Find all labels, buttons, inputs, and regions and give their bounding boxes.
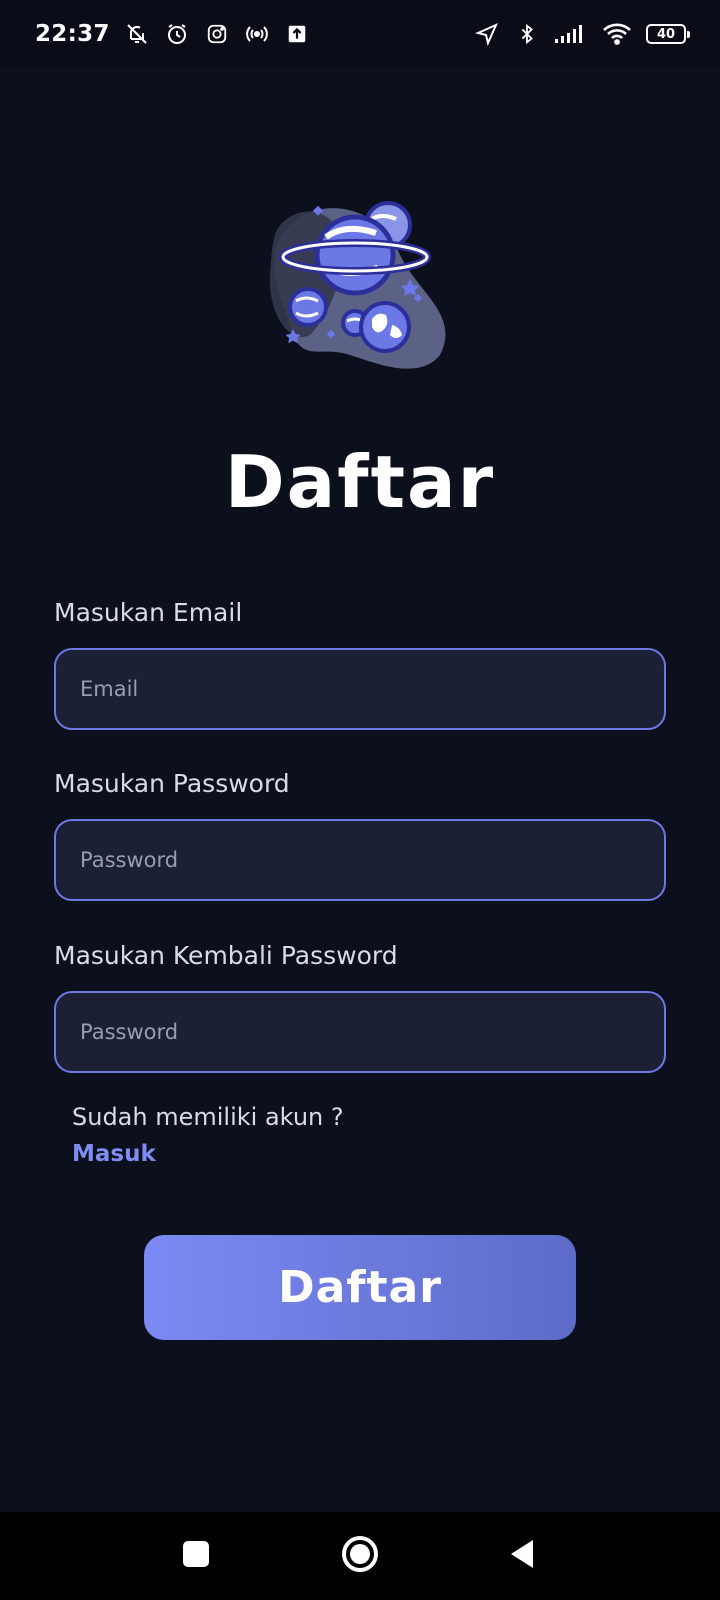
planets-illustration (260, 195, 460, 375)
email-label: Masukan Email (54, 598, 243, 627)
confirm-password-label: Masukan Kembali Password (54, 941, 398, 970)
navigation-bar (0, 1512, 720, 1600)
password-field-container[interactable] (54, 819, 666, 901)
register-screen: 22:37 40 Daftar Masukan Email Email Masu… (0, 0, 720, 1600)
confirm-password-field[interactable] (80, 993, 664, 1071)
battery-indicator: 40 (646, 24, 690, 44)
bluetooth-icon (514, 21, 540, 47)
signal-icon (554, 21, 588, 47)
home-icon (341, 1535, 379, 1577)
status-bar: 22:37 40 (0, 0, 720, 68)
back-button[interactable] (500, 1534, 544, 1578)
email-field[interactable] (80, 650, 664, 728)
alarm-icon (164, 21, 190, 47)
confirm-password-field-container[interactable] (54, 991, 666, 1073)
status-time: 22:37 (35, 21, 110, 47)
location-icon (474, 21, 500, 47)
status-bar-right: 40 (474, 21, 690, 47)
home-button[interactable] (338, 1534, 382, 1578)
hotspot-icon (244, 21, 270, 47)
password-field[interactable] (80, 821, 664, 899)
account-prompt: Sudah memiliki akun ? (72, 1103, 344, 1131)
recents-icon (182, 1540, 210, 1572)
recents-button[interactable] (174, 1534, 218, 1578)
wifi-icon (602, 21, 632, 47)
instagram-icon (204, 21, 230, 47)
bell-off-icon (124, 21, 150, 47)
password-label: Masukan Password (54, 769, 290, 798)
email-field-container[interactable] (54, 648, 666, 730)
register-button[interactable]: Daftar (144, 1235, 576, 1340)
upload-icon (284, 21, 310, 47)
page-title: Daftar (224, 440, 496, 524)
status-bar-left: 22:37 (35, 21, 310, 47)
login-link[interactable]: Masuk (72, 1141, 156, 1167)
back-icon (507, 1538, 537, 1574)
